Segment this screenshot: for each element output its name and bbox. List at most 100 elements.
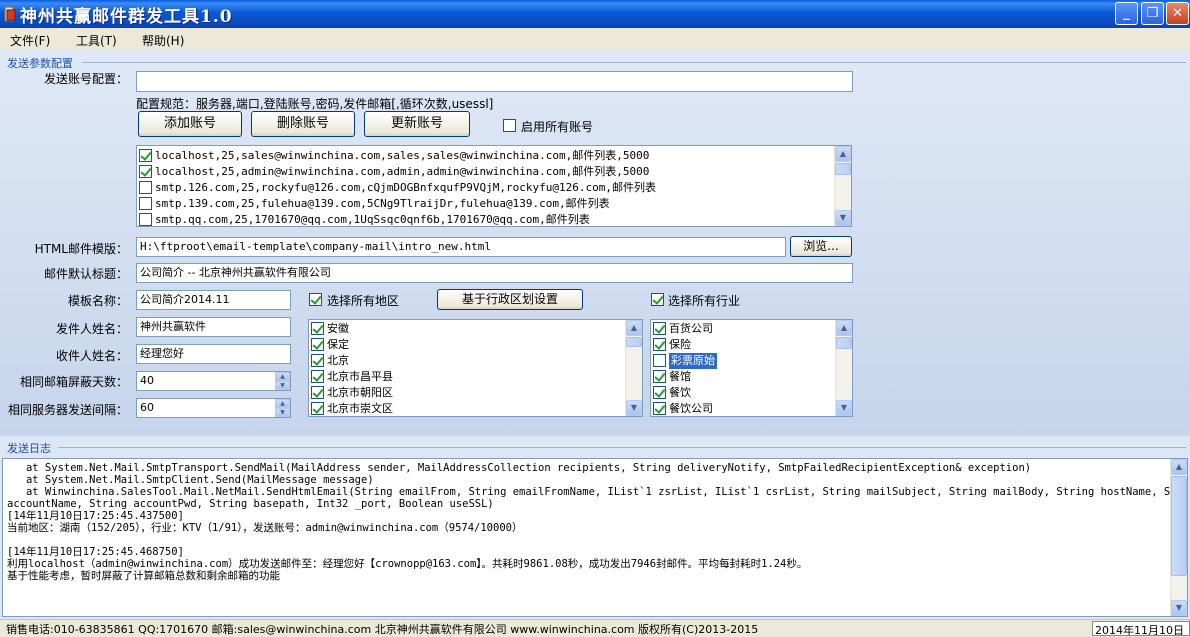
scroll-thumb[interactable] [835,163,851,175]
list-item-checkbox[interactable] [139,197,152,210]
list-item-checkbox[interactable] [311,338,324,351]
region-list[interactable]: 安徽 保定 北京 北京市昌平县 北京市朝阳区 北京市崇文区 ▲ ▼ [308,319,643,417]
app-icon [4,6,16,22]
list-item-checkbox[interactable] [311,386,324,399]
log-line: 当前地区：湖南（152/205），行业：KTV（1/91），发送账号：admin… [7,522,523,534]
list-item-checkbox[interactable] [139,149,152,162]
list-item-label: 餐馆 [669,370,691,383]
scroll-down-icon[interactable]: ▼ [835,210,851,226]
scroll-thumb[interactable] [626,337,642,347]
html-template-label: HTML邮件模版： [34,242,128,256]
log-scrollbar[interactable]: ▲ ▼ [1170,459,1187,616]
restore-icon: ❐ [1146,6,1159,21]
menu-help[interactable]: 帮助(H) [142,32,184,49]
status-date: 2014年11月10日 [1092,621,1190,636]
scroll-up-icon[interactable]: ▲ [835,146,851,162]
select-all-regions-checkbox[interactable] [309,293,322,306]
spin-up-icon[interactable]: ▲ [275,399,290,408]
scroll-thumb[interactable] [1171,476,1187,576]
delete-account-button[interactable]: 删除账号 [251,111,355,137]
list-item-checkbox[interactable] [311,370,324,383]
industry-list-scrollbar[interactable]: ▲ ▼ [835,320,852,416]
scroll-down-icon[interactable]: ▼ [1171,600,1187,616]
log-panel: 发送日志 at System.Net.Mail.SmtpTransport.Se… [0,436,1190,619]
menu-tools[interactable]: 工具(T) [76,32,117,49]
log-line: at Winwinchina.SalesTool.Mail.NetMail.Se… [7,486,1188,498]
default-subject-input[interactable]: 公司简介 -- 北京神州共赢软件有限公司 [136,263,853,283]
list-item-checkbox[interactable] [311,322,324,335]
list-item-label: 北京市朝阳区 [327,386,393,399]
minimize-button[interactable]: _ [1115,2,1138,25]
account-list-scrollbar[interactable]: ▲ ▼ [834,146,851,226]
list-item-label: localhost,25,admin@winwinchina.com,admin… [155,165,650,178]
block-days-stepper[interactable]: 40 ▲ ▼ [136,371,291,391]
scroll-up-icon[interactable]: ▲ [1171,459,1187,475]
scroll-down-icon[interactable]: ▼ [836,400,852,416]
list-item-label: localhost,25,sales@winwinchina.com,sales… [155,149,650,162]
recipient-name-input[interactable]: 经理您好 [136,344,291,364]
list-item-label: smtp.qq.com,25,1701670@qq.com,1UqSsqc0qn… [155,213,590,226]
list-item-checkbox[interactable] [653,370,666,383]
account-config-label: 发送账号配置： [43,72,128,86]
list-item-checkbox[interactable] [139,181,152,194]
send-config-legend: 发送参数配置 [7,57,73,70]
send-config-panel: 发送参数配置 发送账号配置： 配置规范：服务器,端口,登陆账号,密码,发件邮箱[… [0,50,1190,436]
menu-file[interactable]: 文件(F) [10,32,50,49]
industry-list[interactable]: 百货公司 保险 彩票原始 餐馆 餐饮 餐饮公司 ▲ ▼ [650,319,853,417]
interval-stepper[interactable]: 60 ▲ ▼ [136,398,291,418]
menu-bar: 文件(F) 工具(T) 帮助(H) [0,28,1190,50]
list-item-checkbox[interactable] [311,402,324,415]
block-days-value: 40 [140,374,154,387]
list-item-label: smtp.126.com,25,rockyfu@126.com,cQjmDOGB… [155,181,656,194]
list-item-checkbox[interactable] [653,386,666,399]
log-line: [14年11月10日17:25:45.468750] [7,546,184,558]
list-item-checkbox[interactable] [653,402,666,415]
interval-spin[interactable]: ▲ ▼ [275,399,290,417]
select-all-industries-checkbox[interactable] [651,293,664,306]
block-days-spin[interactable]: ▲ ▼ [275,372,290,390]
region-list-scrollbar[interactable]: ▲ ▼ [625,320,642,416]
browse-button[interactable]: 浏览... [790,236,852,257]
account-list[interactable]: localhost,25,sales@winwinchina.com,sales… [136,145,852,227]
region-settings-button[interactable]: 基于行政区划设置 [437,289,583,310]
spin-down-icon[interactable]: ▼ [275,408,290,417]
scroll-up-icon[interactable]: ▲ [626,320,642,336]
template-name-input[interactable]: 公司简介2014.11 [136,290,291,310]
enable-all-accounts-checkbox[interactable] [503,119,516,132]
template-name-label: 模板名称： [67,294,128,308]
sender-name-input[interactable]: 神州共赢软件 [136,317,291,337]
list-item-label: 保险 [669,338,691,351]
scroll-down-icon[interactable]: ▼ [626,400,642,416]
default-subject-label: 邮件默认标题： [43,267,128,281]
log-textbox[interactable]: at System.Net.Mail.SmtpTransport.SendMai… [2,458,1188,617]
spin-up-icon[interactable]: ▲ [275,372,290,381]
scroll-up-icon[interactable]: ▲ [836,320,852,336]
list-item-label: 彩票原始 [669,353,717,369]
add-account-button[interactable]: 添加账号 [138,111,242,137]
close-icon: ✕ [1172,6,1183,21]
list-item-checkbox[interactable] [653,354,666,367]
close-button[interactable]: ✕ [1166,2,1189,25]
list-item-label: 百货公司 [669,322,713,335]
log-line: accountName, String accountPwd, String b… [7,498,494,510]
list-item-checkbox[interactable] [139,165,152,178]
html-template-input[interactable]: H:\ftproot\email-template\company-mail\i… [136,237,786,257]
list-item-checkbox[interactable] [311,354,324,367]
list-item-checkbox[interactable] [653,338,666,351]
list-item-label: smtp.139.com,25,fulehua@139.com,5CNg9Tlr… [155,197,610,210]
log-line: [14年11月10日17:25:45.437500] [7,510,184,522]
spin-down-icon[interactable]: ▼ [275,381,290,390]
log-line: 利用localhost（admin@winwinchina.com）成功发送邮件… [7,558,808,570]
update-account-button[interactable]: 更新账号 [364,111,470,137]
format-hint: 配置规范：服务器,端口,登陆账号,密码,发件邮箱[,循环次数,usessl] [136,97,494,111]
list-item-checkbox[interactable] [139,213,152,226]
scroll-thumb[interactable] [836,337,852,349]
account-config-input[interactable] [136,71,853,92]
title-bar[interactable]: 神州共赢邮件群发工具1.0 _ ❐ ✕ [0,0,1190,28]
restore-button[interactable]: ❐ [1141,2,1164,25]
log-line: at System.Net.Mail.SmtpTransport.SendMai… [7,462,1032,474]
list-item-checkbox[interactable] [653,322,666,335]
list-item-label: 北京 [327,354,349,367]
list-item-label: 安徽 [327,322,349,335]
log-legend: 发送日志 [7,442,51,455]
